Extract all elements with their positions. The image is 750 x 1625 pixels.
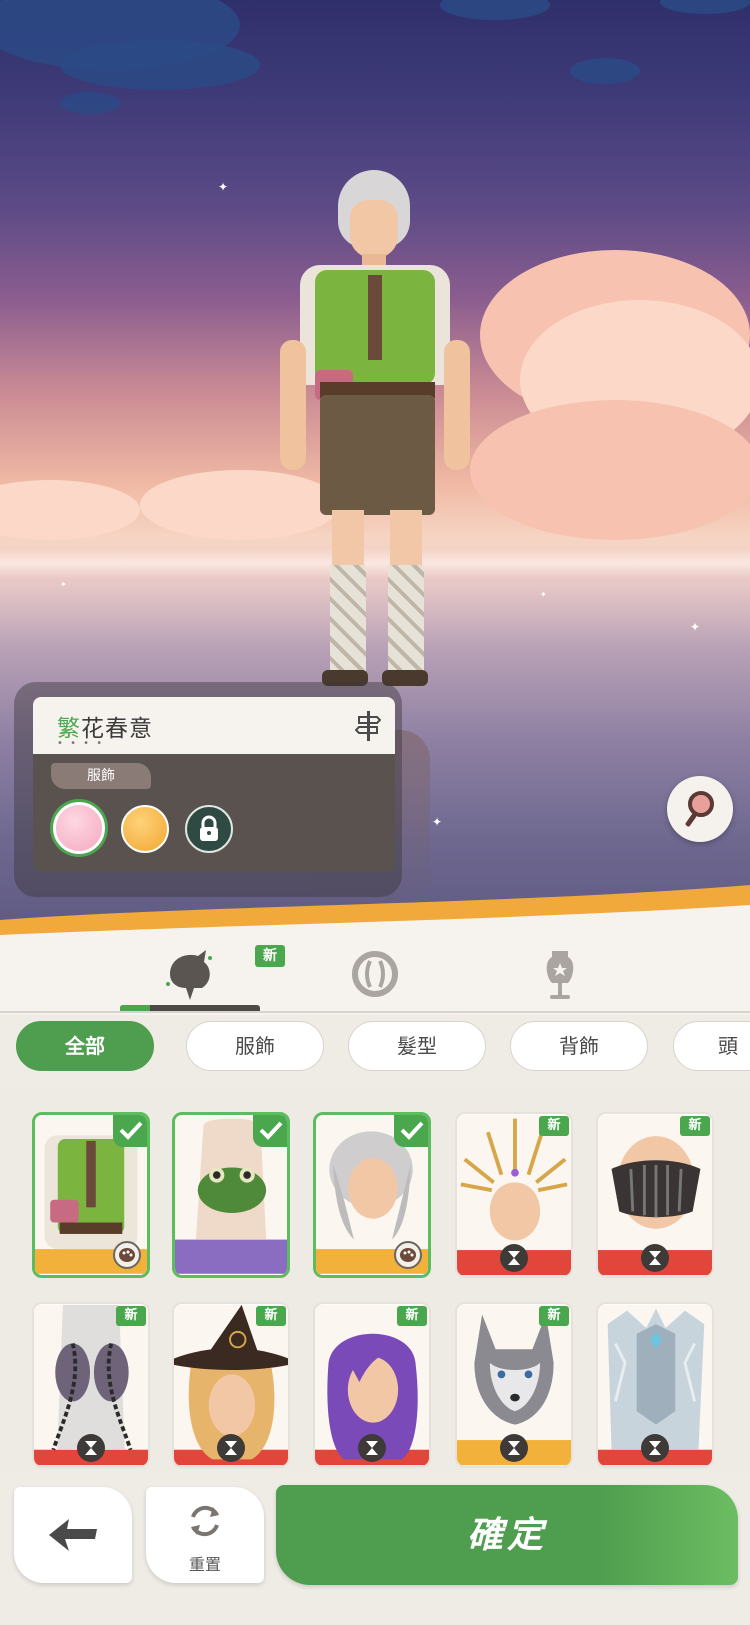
palette-icon [394, 1241, 422, 1269]
cloud [470, 400, 750, 540]
palette-icon [113, 1241, 141, 1269]
item-card-silver-curly-hair[interactable] [313, 1112, 431, 1278]
color-variant-gold[interactable] [121, 805, 169, 853]
color-variant-pink[interactable] [53, 802, 105, 854]
character-leg-left [332, 510, 364, 570]
item-card-dark-visor-mask[interactable]: 新 [596, 1112, 714, 1278]
character-leg-right [390, 510, 422, 570]
new-badge: 新 [256, 1306, 286, 1326]
hourglass-icon [77, 1434, 105, 1462]
sparkle: ✦ [60, 580, 67, 589]
tab-magic[interactable] [300, 935, 450, 1013]
new-badge: 新 [539, 1116, 569, 1136]
confirm-button[interactable]: 確定 [276, 1485, 738, 1585]
check-icon [119, 1121, 143, 1140]
refresh-icon [191, 1505, 219, 1537]
cloud [570, 58, 640, 84]
outfit-info-card: 繁花春意 • • • • 服飾 [33, 697, 395, 872]
signpost-icon[interactable] [355, 709, 381, 743]
lock-icon [200, 815, 218, 841]
character-shorts [320, 395, 435, 515]
character-sock-left [330, 565, 366, 675]
hourglass-icon [641, 1244, 669, 1272]
new-badge: 新 [255, 945, 285, 967]
check-icon [400, 1121, 424, 1140]
tab-mannequin[interactable] [485, 935, 635, 1013]
reset-label: 重置 [188, 1555, 221, 1574]
outfit-info-header: 繁花春意 • • • • [33, 697, 395, 754]
item-card-witch-hat-blonde-hair[interactable]: 新 [172, 1302, 290, 1468]
category-tabbar: 新 [0, 935, 750, 1015]
selected-checkmark [394, 1115, 428, 1147]
hourglass-icon [217, 1434, 245, 1462]
check-icon [259, 1121, 283, 1140]
game-screen: ✦ ✦ ✦ ✦ ✦ 繁花春意 • • • • 服飾 新 全部 服飾 髮型 背飾 … [0, 0, 750, 1625]
character-sock-right [388, 565, 424, 675]
hourglass-icon [500, 1434, 528, 1462]
magnifier-icon [685, 791, 714, 827]
tabbar-divider [0, 1011, 750, 1013]
item-card-frog-backpack[interactable] [172, 1112, 290, 1278]
selected-checkmark [253, 1115, 287, 1147]
wardrobe-creature-icon [166, 950, 212, 1000]
back-button[interactable] [14, 1487, 132, 1583]
reset-button[interactable]: 重置 [146, 1487, 264, 1583]
cloud [60, 40, 260, 90]
hourglass-icon [358, 1434, 386, 1462]
tab-wardrobe[interactable] [115, 935, 265, 1013]
item-card-chained-gauntlets[interactable]: 新 [32, 1302, 150, 1468]
filter-chip-all[interactable]: 全部 [16, 1021, 154, 1071]
filter-chip-head[interactable]: 頭 [673, 1021, 750, 1071]
sparkle: ✦ [690, 620, 701, 634]
character-arm-right [444, 340, 470, 470]
item-grid: 新 新 新 新 新 新 [0, 1090, 750, 1470]
character-tie [368, 275, 382, 360]
new-badge: 新 [680, 1116, 710, 1136]
character-arm-left [280, 340, 306, 470]
category-tag: 服飾 [51, 763, 151, 789]
outfit-rating-dots: • • • • [57, 738, 105, 749]
new-badge: 新 [397, 1306, 427, 1326]
filter-chip-clothing[interactable]: 服飾 [186, 1021, 324, 1071]
player-character [270, 170, 490, 730]
magic-orb-icon [352, 951, 398, 997]
cloud [0, 480, 140, 540]
new-badge: 新 [116, 1306, 146, 1326]
cloud [440, 0, 550, 20]
character-face [350, 200, 398, 258]
cloud [60, 92, 120, 114]
back-arrow-icon [49, 1519, 97, 1551]
filter-chip-back-accessory[interactable]: 背飾 [510, 1021, 648, 1071]
zoom-button[interactable] [667, 776, 733, 842]
sparkle: ✦ [432, 815, 443, 829]
new-badge: 新 [539, 1306, 569, 1326]
hourglass-icon [500, 1244, 528, 1272]
sparkle: ✦ [218, 180, 229, 194]
item-card-golden-halo-crown[interactable]: 新 [455, 1112, 573, 1278]
item-card-outfit-green-suspenders[interactable] [32, 1112, 150, 1278]
filter-chip-hairstyle[interactable]: 髮型 [348, 1021, 486, 1071]
item-card-wolf-pelt-hood[interactable]: 新 [455, 1302, 573, 1468]
color-variant-locked[interactable] [185, 805, 233, 853]
filter-chip-row: 全部 服飾 髮型 背飾 頭 [0, 1018, 750, 1088]
item-card-crystal-armor[interactable] [596, 1302, 714, 1468]
hourglass-icon [641, 1434, 669, 1462]
selected-checkmark [113, 1115, 147, 1147]
mannequin-icon [546, 951, 574, 999]
sparkle: ✦ [540, 590, 547, 599]
item-card-purple-long-hair[interactable]: 新 [313, 1302, 431, 1468]
cloud [660, 0, 750, 14]
